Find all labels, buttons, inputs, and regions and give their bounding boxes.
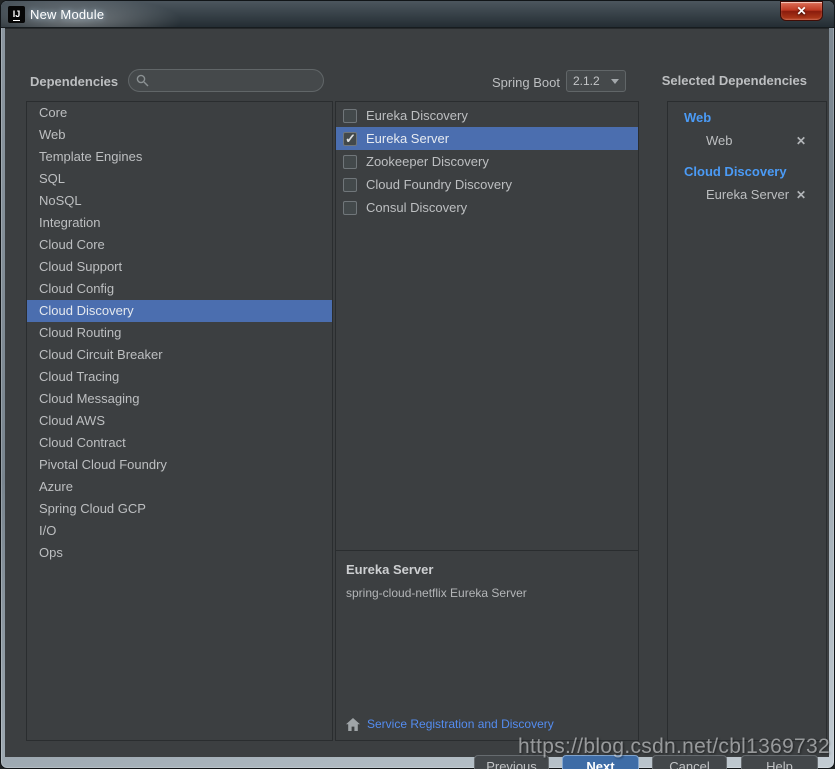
category-list: Core Web Template Engines SQL NoSQL Inte…: [26, 101, 333, 741]
new-module-dialog: IJ New Module ✕ Dependencies Spring Boot…: [0, 0, 835, 769]
selected-dependencies-title: Selected Dependencies: [662, 73, 807, 88]
category-pivotal-cloud-foundry[interactable]: Pivotal Cloud Foundry: [27, 454, 332, 476]
details-description: spring-cloud-netflix Eureka Server: [346, 586, 628, 600]
dependency-options-panel: Eureka Discovery Eureka Server Zookeeper…: [335, 101, 639, 741]
option-label: Eureka Server: [366, 131, 449, 146]
guide-link[interactable]: Service Registration and Discovery: [346, 717, 554, 731]
option-zookeeper-discovery[interactable]: Zookeeper Discovery: [336, 150, 638, 173]
selected-item-eureka-server: Eureka Server ✕: [706, 187, 806, 202]
cancel-button[interactable]: Cancel: [652, 755, 727, 769]
previous-button[interactable]: Previous: [474, 755, 549, 769]
selected-group-web: Web: [684, 110, 826, 125]
guide-link-label: Service Registration and Discovery: [367, 717, 554, 731]
titlebar[interactable]: IJ New Module: [1, 1, 834, 28]
search-icon: [136, 74, 149, 87]
category-cloud-messaging[interactable]: Cloud Messaging: [27, 388, 332, 410]
category-cloud-aws[interactable]: Cloud AWS: [27, 410, 332, 432]
option-eureka-server[interactable]: Eureka Server: [336, 127, 638, 150]
remove-dependency-icon[interactable]: ✕: [796, 189, 806, 201]
next-button[interactable]: Next: [562, 755, 639, 769]
option-label: Zookeeper Discovery: [366, 154, 489, 169]
chevron-down-icon: [611, 79, 619, 84]
category-template-engines[interactable]: Template Engines: [27, 146, 332, 168]
category-cloud-core[interactable]: Cloud Core: [27, 234, 332, 256]
dependency-details: Eureka Server spring-cloud-netflix Eurek…: [336, 550, 638, 740]
selected-group-cloud-discovery: Cloud Discovery: [684, 164, 826, 179]
spring-boot-version-combo[interactable]: 2.1.2: [566, 70, 626, 92]
category-cloud-support[interactable]: Cloud Support: [27, 256, 332, 278]
category-ops[interactable]: Ops: [27, 542, 332, 564]
remove-dependency-icon[interactable]: ✕: [796, 135, 806, 147]
selected-item-label: Web: [706, 133, 733, 148]
home-icon: [346, 718, 360, 731]
dependencies-label: Dependencies: [30, 74, 118, 89]
category-cloud-discovery[interactable]: Cloud Discovery: [27, 300, 332, 322]
details-title: Eureka Server: [346, 562, 628, 577]
checkbox-unchecked-icon[interactable]: [343, 178, 357, 192]
category-azure[interactable]: Azure: [27, 476, 332, 498]
intellij-idea-logo-icon: IJ: [8, 6, 25, 23]
checkbox-unchecked-icon[interactable]: [343, 201, 357, 215]
spring-boot-version-value: 2.1.2: [573, 74, 611, 88]
category-io[interactable]: I/O: [27, 520, 332, 542]
dialog-content: Dependencies Spring Boot 2.1.2 Selected …: [5, 28, 829, 757]
category-cloud-circuit-breaker[interactable]: Cloud Circuit Breaker: [27, 344, 332, 366]
option-label: Consul Discovery: [366, 200, 467, 215]
category-web[interactable]: Web: [27, 124, 332, 146]
category-spring-cloud-gcp[interactable]: Spring Cloud GCP: [27, 498, 332, 520]
option-eureka-discovery[interactable]: Eureka Discovery: [336, 104, 638, 127]
selected-dependencies-panel: Web Web ✕ Cloud Discovery Eureka Server …: [667, 101, 827, 741]
category-core[interactable]: Core: [27, 102, 332, 124]
option-consul-discovery[interactable]: Consul Discovery: [336, 196, 638, 219]
spring-boot-label: Spring Boot: [492, 75, 560, 90]
help-button[interactable]: Help: [741, 755, 818, 769]
category-integration[interactable]: Integration: [27, 212, 332, 234]
selected-item-label: Eureka Server: [706, 187, 789, 202]
category-cloud-routing[interactable]: Cloud Routing: [27, 322, 332, 344]
option-cloud-foundry-discovery[interactable]: Cloud Foundry Discovery: [336, 173, 638, 196]
category-nosql[interactable]: NoSQL: [27, 190, 332, 212]
category-cloud-contract[interactable]: Cloud Contract: [27, 432, 332, 454]
category-cloud-config[interactable]: Cloud Config: [27, 278, 332, 300]
selected-item-web: Web ✕: [706, 133, 806, 148]
checkbox-unchecked-icon[interactable]: [343, 109, 357, 123]
window-title: New Module: [30, 7, 104, 22]
category-sql[interactable]: SQL: [27, 168, 332, 190]
search-input[interactable]: [128, 69, 324, 92]
category-cloud-tracing[interactable]: Cloud Tracing: [27, 366, 332, 388]
checkbox-checked-icon[interactable]: [343, 132, 357, 146]
option-label: Eureka Discovery: [366, 108, 468, 123]
option-label: Cloud Foundry Discovery: [366, 177, 512, 192]
close-window-button[interactable]: ✕: [780, 1, 823, 21]
checkbox-unchecked-icon[interactable]: [343, 155, 357, 169]
